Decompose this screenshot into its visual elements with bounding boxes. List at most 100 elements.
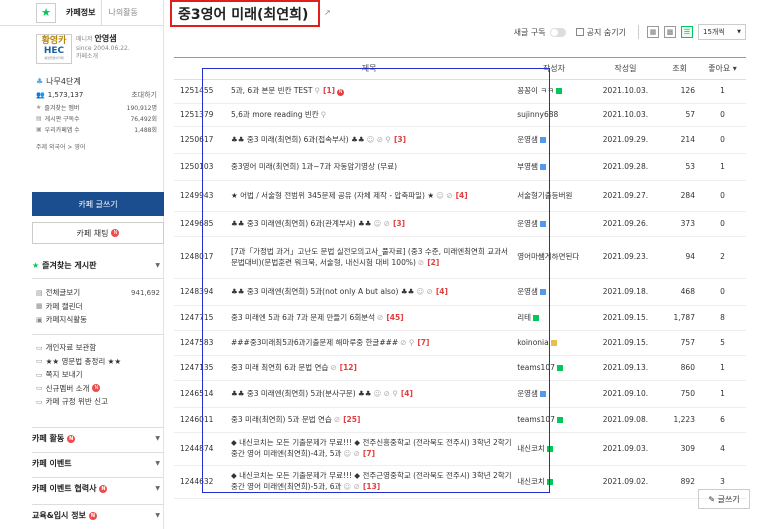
post-title[interactable]: 중3 미래 최연희 6과 문법 연습 (231, 363, 328, 372)
favorites-header[interactable]: ★ 즐겨찾는 게시판 ▼ (32, 254, 164, 276)
post-title[interactable]: ♣♣ 중3 미래(최연희) 6과(접속부사) ♣♣ (231, 135, 365, 144)
post-author[interactable]: sujinny688 (517, 110, 558, 119)
page-size-select[interactable]: 15개씩 ▼ (698, 24, 746, 40)
menu-item-calendar[interactable]: ▦ 카페 캘린더 (32, 300, 164, 314)
tab-cafe-info[interactable]: 카페정보 (60, 0, 101, 26)
post-author[interactable]: 내신코치 (517, 477, 545, 486)
comment-count[interactable]: [7] (363, 449, 375, 458)
post-title-cell[interactable]: 5,6과 more reading 빈칸 ⚲ (220, 103, 518, 127)
list-view-icon[interactable]: ☰ (681, 26, 693, 38)
table-row[interactable]: 1251379 5,6과 more reading 빈칸 ⚲ sujinny688… (174, 103, 746, 127)
post-author[interactable]: 부영쌤 (517, 162, 538, 171)
post-author[interactable]: 내신코치 (517, 444, 545, 453)
comment-count[interactable]: [13] (363, 482, 380, 491)
subscribe-toggle[interactable] (549, 27, 566, 37)
section-event-partners[interactable]: 카페 이벤트 협력사 N ▼ (32, 477, 164, 499)
post-author[interactable]: 운영샘 (517, 135, 538, 144)
post-title[interactable]: 5과, 6과 본문 빈칸 TEST (231, 86, 313, 95)
comment-count[interactable]: [25] (343, 415, 360, 424)
author-cell[interactable]: 운영샘 (517, 126, 591, 154)
table-row[interactable]: 1248017 [7과「가정법 과거」고난도 문법 실전모의고사_풀자료] (중… (174, 236, 746, 279)
menu-item-new-members[interactable]: ▭ 신규멤버 소개 N (32, 382, 164, 396)
member-count[interactable]: 1,573,137 (48, 91, 84, 99)
post-title-cell[interactable]: ###중3미래최5과6과기출문제 해마루중 한글### ⊘ ⚲ [7] (220, 330, 518, 356)
comment-count[interactable]: [4] (401, 389, 413, 398)
card-view-icon[interactable]: ▦ (647, 26, 659, 38)
section-cafe-activity[interactable]: 카페 활동 N ▼ (32, 427, 164, 449)
post-title-cell[interactable]: ★ 어법 / 서술형 전범위 345문제 공유 (자체 제작 - 압축파일) ★… (220, 180, 518, 212)
table-row[interactable]: 1249943 ★ 어법 / 서술형 전범위 345문제 공유 (자체 제작 -… (174, 180, 746, 212)
menu-item-send-note[interactable]: ▭ 쪽지 보내기 (32, 368, 164, 382)
comment-count[interactable]: [2] (427, 258, 439, 267)
author-cell[interactable]: 운영샘 (517, 278, 591, 306)
post-author[interactable]: koinonia (517, 338, 549, 347)
cafe-chat-button[interactable]: 카페 채팅 N (32, 222, 164, 244)
menu-item-personal-storage[interactable]: ▭ 개인자료 보관함 (32, 341, 164, 355)
invite-link[interactable]: 초대하기 (131, 90, 157, 100)
tab-my-activity[interactable]: 나의활동 (101, 0, 143, 26)
cafe-topic[interactable]: 주제 외국어 > 영어 (0, 135, 163, 159)
table-row[interactable]: 1248394 ♣♣ 중3 미래엔(최연희) 5과(not only A but… (174, 278, 746, 306)
author-cell[interactable]: 내신코치 (517, 432, 591, 466)
comment-count[interactable]: [4] (436, 287, 448, 296)
post-author[interactable]: 서술형기출등버원 (517, 191, 572, 200)
post-author[interactable]: teams107 (517, 363, 555, 372)
post-title-cell[interactable]: [7과「가정법 과거」고난도 문법 실전모의고사_풀자료] (중3 수준, 미래… (220, 236, 518, 279)
comment-count[interactable]: [12] (340, 363, 357, 372)
board-title[interactable]: 중3영어 미래(최연희) (170, 0, 320, 27)
section-cafe-event[interactable]: 카페 이벤트 ▼ (32, 452, 164, 474)
comment-count[interactable]: [3] (394, 135, 406, 144)
comment-count[interactable]: [3] (393, 219, 405, 228)
author-cell[interactable]: 리테 (517, 305, 591, 331)
post-title[interactable]: ★ 어법 / 서술형 전범위 345문제 공유 (자체 제작 - 압축파일) ★ (231, 191, 434, 200)
post-title-cell[interactable]: 중3 미래 최연희 6과 문법 연습 ⊘ [12] (220, 355, 518, 381)
hide-notice-checkbox[interactable] (575, 28, 584, 36)
post-author[interactable]: 운영샘 (517, 389, 538, 398)
post-title-cell[interactable]: ◆ 내신코치는 모든 기출문제가 무료!!! ◆ 전주신흥중학교 (전라북도 전… (220, 432, 518, 466)
author-cell[interactable]: teams107 (517, 355, 591, 381)
table-row[interactable]: 1246011 중3 미래(최연희) 5과 문법 연습 ⊘ [25] teams10… (174, 407, 746, 433)
post-title-cell[interactable]: ♣♣ 중3 미래엔(최연희) 5과(not only A but also) ♣… (220, 278, 518, 306)
write-button[interactable]: ✎ 글쓰기 (698, 489, 750, 509)
post-title[interactable]: ♣♣ 중3 미래엔(최연희) 5과(분사구문) ♣♣ (231, 389, 371, 398)
table-row[interactable]: 1247135 중3 미래 최연희 6과 문법 연습 ⊘ [12] teams107… (174, 355, 746, 381)
post-author[interactable]: 운영샘 (517, 219, 538, 228)
table-row[interactable]: 1247583 ###중3미래최5과6과기출문제 해마루중 한글### ⊘ ⚲ [7… (174, 330, 746, 356)
star-icon[interactable]: ★ (36, 2, 56, 23)
post-title-cell[interactable]: ◆ 내신코치는 모든 기출문제가 무료!!! ◆ 전주근영중학교 (전라북도 전… (220, 465, 518, 499)
post-title-cell[interactable]: 중3 미래(최연희) 5과 문법 연습 ⊘ [25] (220, 407, 518, 433)
post-author[interactable]: 영어마쌤게하면된다 (517, 252, 579, 261)
share-icon[interactable]: ↗ (324, 8, 331, 17)
author-cell[interactable]: 운영샘 (517, 211, 591, 237)
post-title-cell[interactable]: 중3 미래엔 5과 6과 7과 문제 만들기 6회분석 ⊘ [45] (220, 305, 518, 331)
table-row[interactable]: 1249685 ♣♣ 중3 미래엔(최연희) 6과(관계부사) ♣♣ ☺ ⊘ [3]… (174, 211, 746, 237)
menu-item-all-posts[interactable]: ▤ 전체글보기 941,692 (32, 286, 164, 300)
table-row[interactable]: 1244874 ◆ 내신코치는 모든 기출문제가 무료!!! ◆ 전주신흥중학교… (174, 432, 746, 466)
post-author[interactable]: 꽁꽁이 ㅋㅋ (517, 86, 554, 95)
post-title[interactable]: ♣♣ 중3 미래엔(최연희) 6과(관계부사) ♣♣ (231, 219, 371, 228)
post-author[interactable]: teams107 (517, 415, 555, 424)
post-title[interactable]: 중3 미래(최연희) 5과 문법 연습 (231, 415, 332, 424)
post-title-cell[interactable]: ♣♣ 중3 미래엔(최연희) 6과(관계부사) ♣♣ ☺ ⊘ [3] (220, 211, 518, 237)
table-row[interactable]: 1246514 ♣♣ 중3 미래엔(최연희) 5과(분사구문) ♣♣ ☺ ⊘ ⚲[… (174, 380, 746, 408)
author-cell[interactable]: 운영샘 (517, 380, 591, 408)
post-title-cell[interactable]: ♣♣ 중3 미래(최연희) 6과(접속부사) ♣♣ ☺ ⊘ ⚲ [3] (220, 126, 518, 154)
post-title[interactable]: ♣♣ 중3 미래엔(최연희) 5과(not only A but also) ♣… (231, 287, 414, 296)
author-cell[interactable]: sujinny688 (517, 103, 591, 127)
comment-count[interactable]: [7] (417, 338, 429, 347)
post-author[interactable]: 리테 (517, 313, 531, 322)
post-title[interactable]: 중3 미래엔 5과 6과 7과 문제 만들기 6회분석 (231, 313, 375, 322)
author-cell[interactable]: 영어마쌤게하면된다 (517, 236, 591, 279)
author-cell[interactable]: 서술형기출등버원 (517, 180, 591, 212)
post-title-cell[interactable]: 중3영어 미래(최연희) 1과~7과 자동암기영상 (무료) (220, 153, 518, 181)
post-title[interactable]: 중3영어 미래(최연희) 1과~7과 자동암기영상 (무료) (231, 162, 397, 171)
author-cell[interactable]: koinonia (517, 330, 591, 356)
post-author[interactable]: 운영샘 (517, 287, 538, 296)
post-title[interactable]: [7과「가정법 과거」고난도 문법 실전모의고사_풀자료] (중3 수준, 미래… (231, 247, 508, 267)
table-row[interactable]: 1247715 중3 미래엔 5과 6과 7과 문제 만들기 6회분석 ⊘ [45]… (174, 305, 746, 331)
comment-count[interactable]: [45] (386, 313, 403, 322)
menu-item-grammar[interactable]: ▭ ★★ 영문법 총정리 ★★ (32, 355, 164, 369)
section-education-info[interactable]: 교육&입시 정보 N ▼ (32, 504, 164, 526)
table-row[interactable]: 1244632 ◆ 내신코치는 모든 기출문제가 무료!!! ◆ 전주근영중학교… (174, 465, 746, 499)
album-view-icon[interactable]: ▩ (664, 26, 676, 38)
